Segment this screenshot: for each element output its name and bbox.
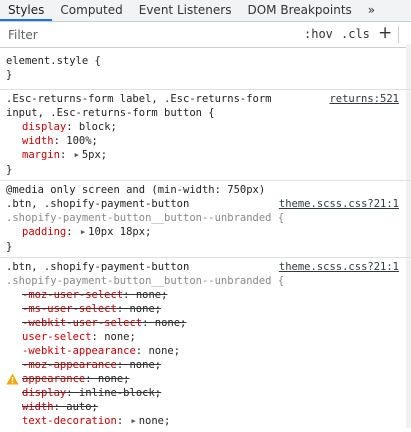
declaration-overridden[interactable]: -moz-user-select: none;	[6, 288, 405, 302]
filter-toolbar: :hov .cls +	[0, 22, 411, 48]
property-value[interactable]: none;	[129, 359, 161, 371]
property-value[interactable]: none;	[129, 303, 161, 315]
property-value[interactable]: none;	[148, 345, 180, 357]
property-name[interactable]: -webkit-appearance	[22, 345, 136, 357]
declaration-overridden[interactable]: -moz-appearance: none;	[6, 358, 405, 372]
declaration[interactable]: user-select: none;	[6, 330, 405, 344]
rule-selector[interactable]: input, .Esc-returns-form button {	[6, 106, 405, 120]
rule-source-link[interactable]: returns:521	[329, 92, 399, 106]
style-rule-media-btn: @media only screen and (min-width: 750px…	[0, 181, 411, 258]
rule-close-brace: }	[6, 164, 13, 176]
property-value[interactable]: auto;	[66, 401, 98, 413]
element-style-rule: element.style { }	[0, 48, 411, 90]
property-value[interactable]: none;	[155, 317, 187, 329]
rule-source-link[interactable]: theme.scss.css?21:1	[279, 197, 399, 211]
rule-close-brace: }	[6, 69, 13, 81]
property-name[interactable]: width	[22, 135, 54, 147]
declaration[interactable]: padding: ▶ 10px 18px;	[6, 225, 405, 240]
styles-pane-tabbar: Styles Computed Event Listeners DOM Brea…	[0, 0, 411, 22]
add-rule-button[interactable]: +	[378, 23, 392, 43]
property-name[interactable]: text-decoration	[22, 415, 117, 427]
property-value[interactable]: none;	[104, 331, 136, 343]
expand-triangle-icon[interactable]: ▶	[131, 417, 135, 425]
property-value[interactable]: none;	[136, 289, 168, 301]
property-name[interactable]: appearance	[22, 373, 85, 385]
rule-source-link[interactable]: theme.scss.css?21:1	[279, 260, 399, 274]
rule-close-brace: }	[6, 241, 13, 253]
media-query: @media only screen and (min-width: 750px…	[6, 184, 266, 196]
warning-icon[interactable]	[6, 373, 19, 385]
property-name[interactable]: -ms-user-select	[22, 303, 117, 315]
property-name[interactable]: -moz-appearance	[22, 359, 117, 371]
declaration-overridden[interactable]: -ms-user-select: none;	[6, 302, 405, 316]
declaration-overridden[interactable]: appearance: none;	[6, 372, 405, 386]
declaration-overridden[interactable]: width: auto;	[6, 400, 405, 414]
rule-selector[interactable]: .shopify-payment-button__button--unbrand…	[6, 211, 405, 225]
property-value[interactable]: block;	[79, 121, 117, 133]
toolbar-divider	[398, 26, 399, 43]
property-value[interactable]: inline-block;	[79, 387, 161, 399]
property-name[interactable]: display	[22, 387, 66, 399]
property-name[interactable]: width	[22, 401, 54, 413]
property-name[interactable]: -webkit-user-select	[22, 317, 142, 329]
rule-selector[interactable]: .shopify-payment-button__button--unbrand…	[6, 274, 405, 288]
property-value[interactable]: none;	[139, 415, 171, 427]
style-rule-returns: returns:521 .Esc-returns-form label, .Es…	[0, 90, 411, 181]
more-tabs-icon[interactable]: »	[360, 0, 383, 21]
element-style-selector[interactable]: element.style {	[6, 54, 405, 68]
style-rule-btn: theme.scss.css?21:1 .btn, .shopify-payme…	[0, 258, 411, 432]
tab-computed[interactable]: Computed	[52, 0, 130, 21]
property-name[interactable]: display	[22, 121, 66, 133]
property-name[interactable]: padding	[22, 226, 66, 238]
declaration[interactable]: -webkit-appearance: none;	[6, 344, 405, 358]
property-name[interactable]: user-select	[22, 331, 92, 343]
property-name[interactable]: -moz-user-select	[22, 289, 123, 301]
declaration-overridden[interactable]: display: inline-block;	[6, 386, 405, 400]
property-value[interactable]: none;	[98, 373, 130, 385]
declaration[interactable]: margin: ▶ 5px;	[6, 148, 405, 163]
hov-button[interactable]: :hov	[304, 27, 333, 41]
tab-dom-breakpoints[interactable]: DOM Breakpoints	[239, 0, 359, 21]
property-value[interactable]: 10px 18px;	[88, 226, 151, 238]
property-name[interactable]: margin	[22, 149, 60, 161]
cls-button[interactable]: .cls	[341, 27, 370, 41]
declaration[interactable]: text-decoration: ▶ none;	[6, 414, 405, 429]
expand-triangle-icon[interactable]: ▶	[81, 228, 85, 236]
expand-triangle-icon[interactable]: ▶	[75, 151, 79, 159]
declaration[interactable]: width: 100%;	[6, 134, 405, 148]
styles-rules-list: element.style { } returns:521 .Esc-retur…	[0, 48, 411, 432]
property-value[interactable]: 100%;	[66, 135, 98, 147]
filter-input[interactable]	[6, 26, 280, 43]
property-value[interactable]: 5px;	[82, 149, 107, 161]
tab-styles[interactable]: Styles	[0, 0, 53, 21]
tab-event-listeners[interactable]: Event Listeners	[131, 0, 240, 21]
declaration[interactable]: display: block;	[6, 120, 405, 134]
declaration-overridden[interactable]: -webkit-user-select: none;	[6, 316, 405, 330]
